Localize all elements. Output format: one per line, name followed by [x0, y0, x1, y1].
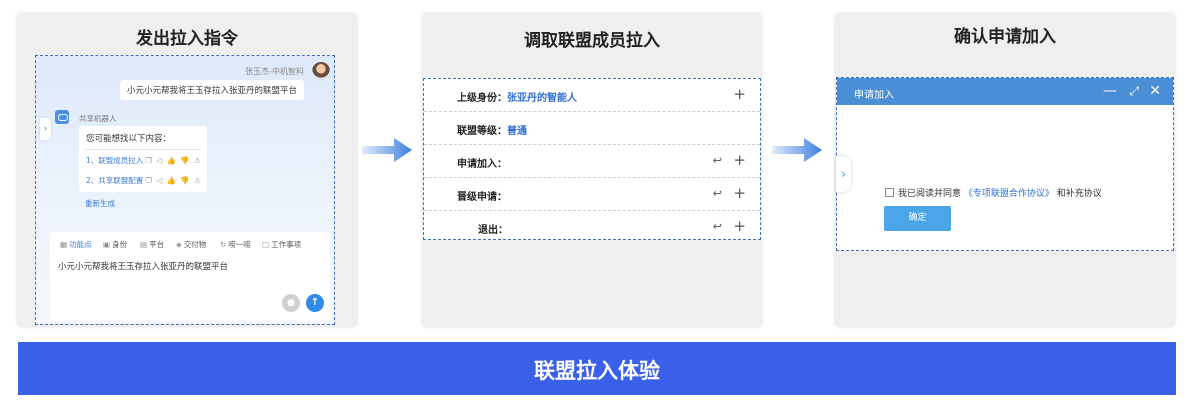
id-card-icon: ▣ — [103, 240, 111, 249]
toolbar-work-button[interactable]: ▢ 工作事项 — [262, 239, 301, 250]
return-icon[interactable]: ↩ — [713, 155, 722, 166]
dialog-title: 申请加入 — [854, 90, 894, 101]
regenerate-link[interactable]: 重新生成 — [85, 198, 115, 209]
box-icon: ◈ — [176, 240, 182, 249]
task-icon: ▢ — [262, 240, 270, 249]
agree-text: 我已阅读并同意 — [898, 189, 962, 199]
bot-prompt: 您可能想找以下内容： — [86, 134, 172, 144]
bot-name: 共享机器人 — [79, 114, 117, 123]
toolbar-chat-button[interactable]: ↻ 唠一唠 — [220, 239, 251, 250]
chat-input-text[interactable]: 小元小元帮我将王玉存拉入张亚丹的联盟平台 — [58, 260, 228, 272]
sender-name: 张玉杰-中机智料 — [245, 67, 304, 76]
suggestion-link[interactable]: 2、共享联盟配置 ❐ ◁ 👍 👎 ⚠ — [86, 175, 202, 186]
microphone-icon[interactable]: ● — [282, 294, 300, 312]
form-row-exit: 退出： ↩ + — [424, 211, 760, 244]
toolbar-identity-button[interactable]: ▣ 身份 — [103, 239, 127, 250]
banner-title: 联盟拉入体验 — [534, 359, 660, 383]
flow-arrow-icon — [772, 138, 822, 162]
send-icon[interactable]: ↑ — [306, 294, 324, 312]
form-label: 上级身份：张亚丹的智能人 — [457, 93, 577, 104]
bot-icon — [55, 110, 69, 124]
user-message: 小元小元帮我将王玉存拉入张亚丹的联盟平台 — [119, 80, 304, 100]
close-icon[interactable]: ✕ — [1149, 81, 1161, 101]
refresh-icon: ↻ — [220, 240, 227, 249]
bottom-banner: 联盟拉入体验 — [18, 342, 1176, 395]
form-label: 申请加入： — [457, 159, 507, 170]
user-avatar — [312, 62, 330, 80]
plus-icon[interactable]: + — [733, 219, 746, 234]
step3-title: 确认申请加入 — [954, 27, 1056, 47]
agreement-link[interactable]: 《专项联盟合作协议》 — [964, 189, 1054, 199]
form-label: 晋级申请： — [457, 192, 507, 203]
form-label: 联盟等级：普通 — [457, 126, 527, 137]
divider — [85, 149, 201, 150]
plus-icon[interactable]: + — [733, 153, 746, 168]
form-row-promote: 晋级申请： ↩ + — [424, 178, 760, 211]
step2-title: 调取联盟成员拉入 — [524, 31, 660, 51]
chat-window: 张玉杰-中机智料 小元小元帮我将王玉存拉入张亚丹的联盟平台 › 共享机器人 您可… — [35, 55, 335, 325]
bot-reply-card: 您可能想找以下内容： 1、联盟成员拉入 ❐ ◁ 👍 👎 ⚠ 2、共享联盟配置 ❐ ◁… — [79, 126, 207, 192]
feedback-icons[interactable]: ❐ ◁ 👍 👎 ⚠ — [145, 156, 201, 165]
toolbar-feature-button[interactable]: ▦ 功能点 — [60, 239, 92, 250]
step1-title: 发出拉入指令 — [136, 29, 238, 49]
member-form: 上级身份：张亚丹的智能人 + 联盟等级：普通 申请加入： ↩ + 晋级申请： ↩… — [423, 78, 761, 240]
step1-panel: 发出拉入指令 张玉杰-中机智料 小元小元帮我将王玉存拉入张亚丹的联盟平台 › 共… — [18, 14, 356, 326]
confirm-button[interactable]: 确定 — [884, 206, 951, 231]
flow-arrow-icon — [362, 138, 412, 162]
expand-chevron-icon[interactable]: › — [836, 156, 851, 192]
form-row-superior: 上级身份：张亚丹的智能人 + — [424, 79, 760, 112]
form-row-apply: 申请加入： ↩ + — [424, 145, 760, 178]
plus-icon[interactable]: + — [733, 186, 746, 201]
feedback-icons[interactable]: ❐ ◁ 👍 👎 ⚠ — [145, 176, 201, 185]
minimize-icon[interactable]: — — [1103, 81, 1117, 101]
return-icon[interactable]: ↩ — [713, 221, 722, 232]
agree-checkbox[interactable] — [885, 188, 894, 197]
agree-suffix: 和补充协议 — [1056, 189, 1102, 199]
toolbar-deliverable-button[interactable]: ◈ 交付物 — [176, 239, 206, 250]
form-value: 普通 — [507, 126, 527, 137]
form-label: 退出： — [478, 225, 508, 236]
agreement-row: 我已阅读并同意 《专项联盟合作协议》 和补充协议 — [885, 186, 1102, 199]
suggestion-label: 1、联盟成员拉入 — [86, 156, 144, 165]
suggestion-label: 2、共享联盟配置 — [86, 176, 144, 185]
platform-icon: ▤ — [140, 240, 148, 249]
maximize-icon[interactable]: ⤢ — [1129, 81, 1139, 101]
plus-icon[interactable]: + — [733, 87, 746, 102]
toolbar-platform-button[interactable]: ▤ 平台 — [140, 239, 164, 250]
apply-dialog: 申请加入 — ⤢ ✕ 我已阅读并同意 《专项联盟合作协议》 和补充协议 确定 — [836, 77, 1174, 251]
dialog-header: 申请加入 — ⤢ ✕ — [837, 78, 1173, 105]
return-icon[interactable]: ↩ — [713, 188, 722, 199]
form-value: 张亚丹的智能人 — [507, 93, 577, 104]
suggestion-link[interactable]: 1、联盟成员拉入 ❐ ◁ 👍 👎 ⚠ — [86, 155, 202, 166]
form-row-level: 联盟等级：普通 — [424, 112, 760, 145]
step2-panel: 调取联盟成员拉入 上级身份：张亚丹的智能人 + 联盟等级：普通 申请加入： ↩ … — [423, 14, 761, 326]
grid-icon: ▦ — [60, 240, 68, 249]
chat-input-box[interactable]: ▦ 功能点 ▣ 身份 ▤ 平台 ◈ 交付物 ↻ 唠一唠 ▢ 工作事项 小元小元帮我将王玉存拉… — [50, 232, 330, 320]
expand-chevron-icon[interactable]: › — [40, 118, 51, 140]
step3-panel: 确认申请加入 申请加入 — ⤢ ✕ 我已阅读并同意 《专项联盟合作协议》 和补充… — [836, 14, 1174, 326]
